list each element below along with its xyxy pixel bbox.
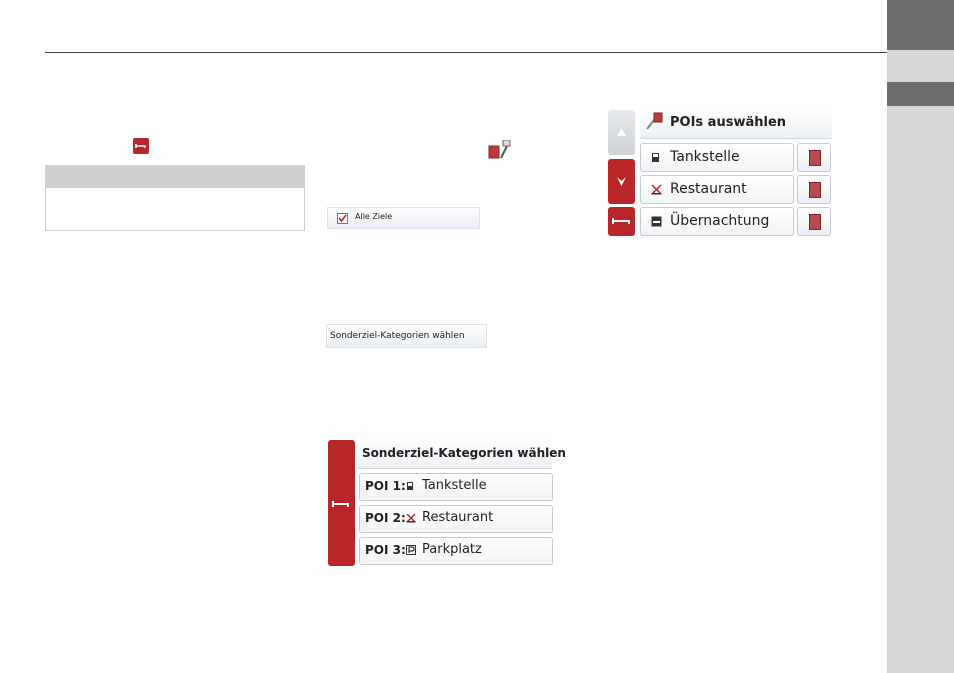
poi-slot-3[interactable]: POI 3: Parkplatz <box>359 537 553 565</box>
note-box <box>45 165 305 231</box>
book-icon <box>809 150 821 166</box>
back-button[interactable] <box>328 440 355 566</box>
up-arrow-icon <box>617 128 626 136</box>
poi-slot-2[interactable]: POI 2: Restaurant <box>359 505 553 533</box>
poi-slot-label: Restaurant <box>422 510 494 525</box>
scroll-down-button[interactable] <box>608 159 635 204</box>
poi-slot-label: Tankstelle <box>422 478 487 493</box>
poi-category-label: Übernachtung <box>670 213 770 229</box>
poi-category-restaurant[interactable]: Restaurant <box>640 175 794 204</box>
poi-category-label: Restaurant <box>670 181 747 197</box>
sonderziel-strip-label: Sonderziel-Kategorien wählen <box>330 331 465 341</box>
scroll-up-button[interactable] <box>608 110 635 155</box>
poi-details-button[interactable] <box>797 207 831 236</box>
note-box-header <box>46 166 304 188</box>
fuel-icon <box>407 482 413 490</box>
alle-ziele-label: Alle Ziele <box>355 212 393 221</box>
poi-slot-label: Parkplatz <box>422 542 482 557</box>
checkbox-checked-icon[interactable] <box>337 213 348 224</box>
poi-details-button[interactable] <box>797 143 831 172</box>
poi-category-uebernachtung[interactable]: Übernachtung <box>640 207 794 236</box>
poi-select-icon <box>645 111 665 131</box>
restaurant-icon <box>651 184 662 195</box>
sonderziel-strip[interactable]: Sonderziel-Kategorien wählen <box>326 324 487 348</box>
poi-select-icon <box>487 139 511 162</box>
sonderziel-title: Sonderziel-Kategorien wählen <box>362 446 566 460</box>
back-arrow-icon <box>612 218 630 224</box>
fuel-icon <box>652 153 659 162</box>
poi-slot-num: POI 2: <box>365 511 406 525</box>
pois-title: POIs auswählen <box>670 115 787 130</box>
book-icon <box>809 182 821 198</box>
book-icon <box>809 214 821 230</box>
restaurant-icon <box>406 513 416 523</box>
side-tab-top <box>887 0 954 50</box>
poi-slot-num: POI 3: <box>365 543 406 557</box>
header-rule <box>45 52 887 53</box>
back-arrow-icon <box>133 138 149 154</box>
poi-slot-1[interactable]: POI 1: Tankstelle <box>359 473 553 501</box>
alle-ziele-row[interactable]: Alle Ziele <box>327 207 480 229</box>
down-arrow-icon <box>617 177 626 186</box>
parking-icon <box>406 545 416 555</box>
side-tab-active <box>887 82 954 106</box>
back-button[interactable] <box>608 207 635 236</box>
poi-details-button[interactable] <box>797 175 831 204</box>
poi-category-label: Tankstelle <box>670 149 740 165</box>
poi-slot-num: POI 1: <box>365 479 406 493</box>
back-arrow-icon <box>332 501 349 507</box>
poi-category-tankstelle[interactable]: Tankstelle <box>640 143 794 172</box>
hotel-icon <box>651 216 662 227</box>
